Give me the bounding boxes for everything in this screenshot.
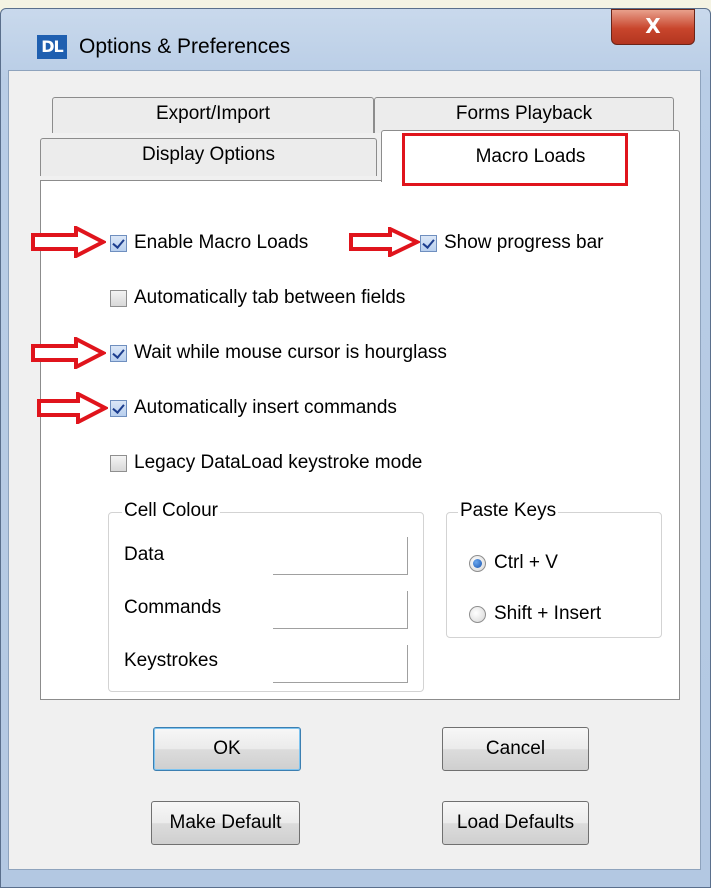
data-colour-swatch[interactable] bbox=[273, 537, 408, 575]
paste-keys-legend: Paste Keys bbox=[458, 500, 559, 522]
enable-macro-loads-checkbox[interactable]: Enable Macro Loads bbox=[110, 232, 308, 254]
title-bar[interactable]: DL Options & Preferences X bbox=[1, 9, 710, 79]
radio-shift-insert[interactable]: Shift + Insert bbox=[469, 603, 601, 625]
enable-macro-loads-label: Enable Macro Loads bbox=[134, 232, 309, 253]
annotation-arrow-icon bbox=[37, 392, 108, 424]
checkbox-checked-icon[interactable] bbox=[110, 234, 127, 252]
commands-colour-label: Commands bbox=[124, 597, 222, 618]
checkbox-checked-icon[interactable] bbox=[110, 344, 127, 362]
wait-hourglass-checkbox[interactable]: Wait while mouse cursor is hourglass bbox=[110, 342, 447, 364]
load-defaults-button[interactable]: Load Defaults bbox=[442, 801, 589, 845]
show-progress-bar-label: Show progress bar bbox=[444, 232, 604, 253]
checkbox-checked-icon[interactable] bbox=[110, 399, 127, 417]
cell-colour-legend: Cell Colour bbox=[122, 500, 220, 522]
tab-macro-loads[interactable]: Macro Loads bbox=[381, 130, 680, 182]
data-colour-label: Data bbox=[124, 544, 165, 565]
legacy-keystroke-checkbox[interactable]: Legacy DataLoad keystroke mode bbox=[110, 452, 422, 474]
auto-insert-commands-checkbox[interactable]: Automatically insert commands bbox=[110, 397, 397, 419]
auto-tab-fields-label: Automatically tab between fields bbox=[134, 287, 406, 308]
radio-unselected-icon[interactable] bbox=[469, 605, 486, 623]
checkbox-unchecked-icon[interactable] bbox=[110, 289, 127, 307]
commands-colour-swatch[interactable] bbox=[273, 591, 408, 629]
cancel-button[interactable]: Cancel bbox=[442, 727, 589, 771]
annotation-arrow-icon bbox=[349, 227, 420, 257]
checkbox-checked-icon[interactable] bbox=[420, 234, 437, 252]
radio-selected-icon[interactable] bbox=[469, 554, 486, 572]
shift-insert-label: Shift + Insert bbox=[494, 603, 602, 624]
auto-tab-fields-checkbox[interactable]: Automatically tab between fields bbox=[110, 287, 405, 309]
ctrl-v-label: Ctrl + V bbox=[494, 552, 558, 573]
annotation-arrow-icon bbox=[31, 226, 106, 258]
keystrokes-colour-label: Keystrokes bbox=[124, 650, 218, 671]
close-button[interactable]: X bbox=[611, 9, 695, 45]
window-title: Options & Preferences bbox=[79, 35, 291, 58]
radio-ctrl-v[interactable]: Ctrl + V bbox=[469, 552, 558, 574]
ok-button[interactable]: OK bbox=[153, 727, 301, 771]
tab-display-options[interactable]: Display Options bbox=[40, 138, 377, 176]
legacy-keystroke-label: Legacy DataLoad keystroke mode bbox=[134, 452, 423, 473]
tab-forms-playback[interactable]: Forms Playback bbox=[374, 97, 674, 133]
auto-insert-commands-label: Automatically insert commands bbox=[134, 397, 397, 418]
app-logo-icon: DL bbox=[37, 35, 67, 59]
annotation-arrow-icon bbox=[31, 337, 106, 369]
keystrokes-colour-swatch[interactable] bbox=[273, 645, 408, 683]
wait-hourglass-label: Wait while mouse cursor is hourglass bbox=[134, 342, 447, 363]
make-default-button[interactable]: Make Default bbox=[151, 801, 300, 845]
checkbox-unchecked-icon[interactable] bbox=[110, 454, 127, 472]
tab-export-import[interactable]: Export/Import bbox=[52, 97, 374, 133]
show-progress-bar-checkbox[interactable]: Show progress bar bbox=[420, 232, 603, 254]
